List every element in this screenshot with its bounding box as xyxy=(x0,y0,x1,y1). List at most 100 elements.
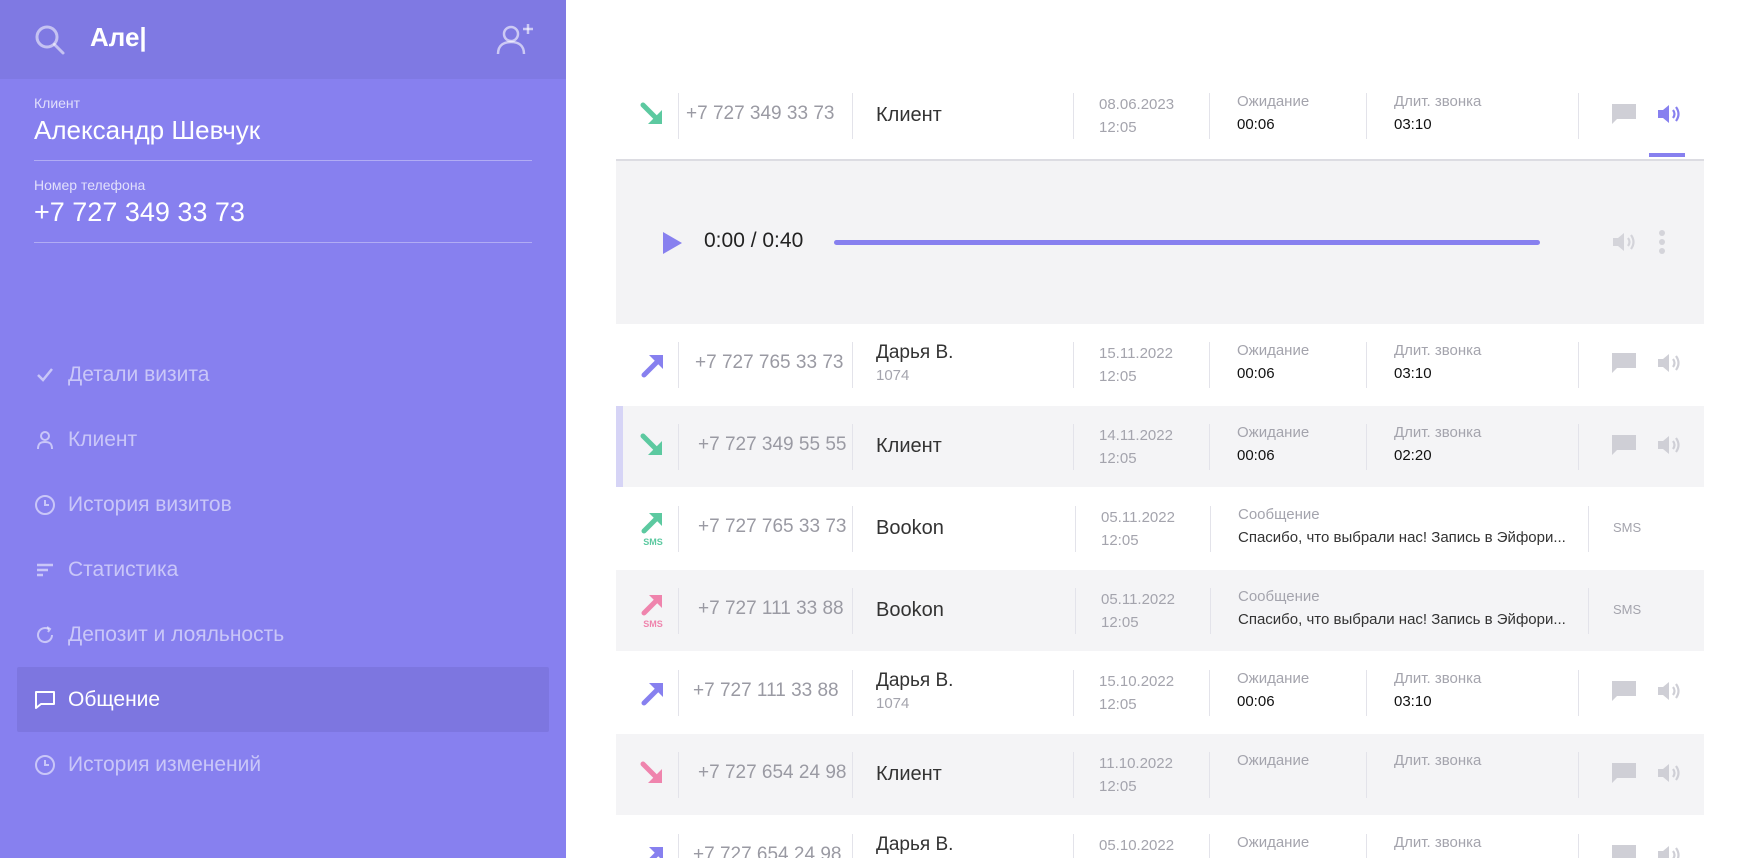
message-preview: Спасибо, что выбрали нас! Запись в Эйфор… xyxy=(1238,611,1566,628)
comment-icon[interactable] xyxy=(1612,681,1636,701)
add-user-icon[interactable] xyxy=(496,22,536,56)
call-date: 08.06.2023 12:05 xyxy=(1099,96,1175,136)
divider xyxy=(678,506,679,552)
client-field[interactable]: Клиент Александр Шевчук xyxy=(34,95,532,161)
divider xyxy=(1578,424,1579,470)
duration-value: 03:10 xyxy=(1394,365,1432,382)
speaker-icon[interactable] xyxy=(1656,679,1682,703)
sidebar-item-label: История визитов xyxy=(68,492,232,516)
sms-sender: Bookon xyxy=(876,517,944,539)
divider xyxy=(678,342,679,388)
app: Але| Клиент Александр Шевчук Номер телеф… xyxy=(0,0,1755,858)
sidebar-nav: Детали визита Клиент История визитов Ста… xyxy=(17,342,549,797)
comment-icon[interactable] xyxy=(1612,104,1636,124)
call-extension: 1074 xyxy=(876,695,910,712)
more-options-icon[interactable] xyxy=(1658,229,1666,255)
duration-label: Длит. звонка xyxy=(1394,93,1482,110)
call-row[interactable]: +7 727 349 55 55 Клиент 14.11.2022 12:05 … xyxy=(616,406,1704,487)
divider xyxy=(852,506,853,552)
call-name: Клиент xyxy=(876,104,942,126)
divider xyxy=(678,424,679,470)
comment-icon[interactable] xyxy=(1612,845,1636,858)
wait-label: Ожидание xyxy=(1237,752,1310,769)
wait-value: 00:06 xyxy=(1237,693,1275,710)
wait-value: 00:06 xyxy=(1237,116,1275,133)
client-name[interactable]: Александр Шевчук xyxy=(34,115,532,146)
divider xyxy=(1209,424,1210,470)
comment-icon[interactable] xyxy=(1612,435,1636,455)
sidebar-item-label: История изменений xyxy=(68,752,262,776)
search-bar: Але| xyxy=(0,0,566,79)
sidebar-item-deposit-loyalty[interactable]: Депозит и лояльность xyxy=(17,602,549,667)
sidebar-item-communication[interactable]: Общение xyxy=(17,667,549,732)
duration-value: 03:10 xyxy=(1394,116,1432,133)
speaker-icon[interactable] xyxy=(1656,351,1682,375)
call-row[interactable]: +7 727 349 33 73 Клиент 08.06.2023 12:05 … xyxy=(616,75,1704,156)
check-icon xyxy=(34,364,56,386)
comment-icon[interactable] xyxy=(1612,353,1636,373)
sidebar-item-visit-history[interactable]: История визитов xyxy=(17,472,549,537)
comment-icon[interactable] xyxy=(1612,763,1636,783)
call-phone: +7 727 349 33 73 xyxy=(686,103,835,124)
incoming-call-arrow-icon xyxy=(640,433,662,455)
divider xyxy=(1073,670,1074,716)
divider xyxy=(1578,752,1579,798)
play-icon[interactable] xyxy=(661,231,683,255)
sidebar-item-label: Клиент xyxy=(68,427,138,451)
divider xyxy=(1578,670,1579,716)
phone-value[interactable]: +7 727 349 33 73 xyxy=(34,197,532,228)
phone-field[interactable]: Номер телефона +7 727 349 33 73 xyxy=(34,177,532,243)
call-name: Клиент xyxy=(876,763,942,785)
divider xyxy=(678,752,679,798)
message-label: Сообщение xyxy=(1238,506,1320,523)
speaker-icon[interactable] xyxy=(1656,102,1682,126)
call-name: Клиент xyxy=(876,435,942,457)
sidebar-item-label: Статистика xyxy=(68,557,179,581)
call-name: Дарья В. xyxy=(876,342,954,363)
wait-label: Ожидание xyxy=(1237,342,1310,359)
sidebar-item-visit-details[interactable]: Детали визита xyxy=(17,342,549,407)
divider xyxy=(1578,93,1579,139)
sidebar-item-label: Детали визита xyxy=(68,362,210,386)
speaker-icon[interactable] xyxy=(1656,761,1682,785)
sidebar-item-client[interactable]: Клиент xyxy=(17,407,549,472)
call-row[interactable]: +7 727 654 24 98 Клиент 11.10.2022 12:05 … xyxy=(616,734,1704,815)
wait-value: 00:06 xyxy=(1237,447,1275,464)
sidebar-item-statistics[interactable]: Статистика xyxy=(17,537,549,602)
divider xyxy=(1578,834,1579,858)
call-name: Дарья В. xyxy=(876,834,954,855)
call-phone: +7 727 654 24 98 xyxy=(693,844,842,858)
divider xyxy=(1366,834,1367,858)
divider xyxy=(1073,752,1074,798)
player-progress-bar[interactable] xyxy=(834,240,1540,245)
sms-row[interactable]: SMS +7 727 765 33 73 Bookon 05.11.2022 12… xyxy=(616,488,1704,569)
divider xyxy=(852,752,853,798)
call-name: Дарья В. xyxy=(876,670,954,691)
divider xyxy=(852,424,853,470)
active-row-indicator xyxy=(1649,153,1685,157)
refresh-icon xyxy=(34,624,56,646)
speaker-icon[interactable] xyxy=(1656,843,1682,858)
call-row[interactable]: +7 727 111 33 88 Дарья В. 1074 15.10.202… xyxy=(616,652,1704,733)
duration-label: Длит. звонка xyxy=(1394,670,1482,687)
call-date: 11.10.2022 12:05 xyxy=(1099,755,1173,795)
clock-icon xyxy=(34,754,56,776)
sms-badge: SMS xyxy=(1613,602,1642,617)
call-date: 05.10.2022 xyxy=(1099,837,1175,854)
call-row[interactable]: +7 727 654 24 98 Дарья В. 05.10.2022 Ожи… xyxy=(616,816,1704,858)
sidebar-item-change-history[interactable]: История изменений xyxy=(17,732,549,797)
outgoing-call-arrow-icon xyxy=(649,847,663,858)
divider xyxy=(852,670,853,716)
speaker-icon[interactable] xyxy=(1656,433,1682,457)
volume-icon[interactable] xyxy=(1611,230,1637,254)
search-icon[interactable] xyxy=(34,24,66,56)
sms-row[interactable]: SMS +7 727 111 33 88 Bookon 05.11.2022 12… xyxy=(616,570,1704,651)
wait-label: Ожидание xyxy=(1237,834,1310,851)
divider xyxy=(852,588,853,634)
divider xyxy=(1366,93,1367,139)
call-row[interactable]: +7 727 765 33 73 Дарья В. 1074 15.11.202… xyxy=(616,324,1704,405)
outgoing-call-arrow-icon xyxy=(641,355,663,378)
audio-player: 0:00 / 0:40 xyxy=(616,159,1704,324)
divider xyxy=(1578,342,1579,388)
search-input[interactable]: Але| xyxy=(90,22,147,53)
